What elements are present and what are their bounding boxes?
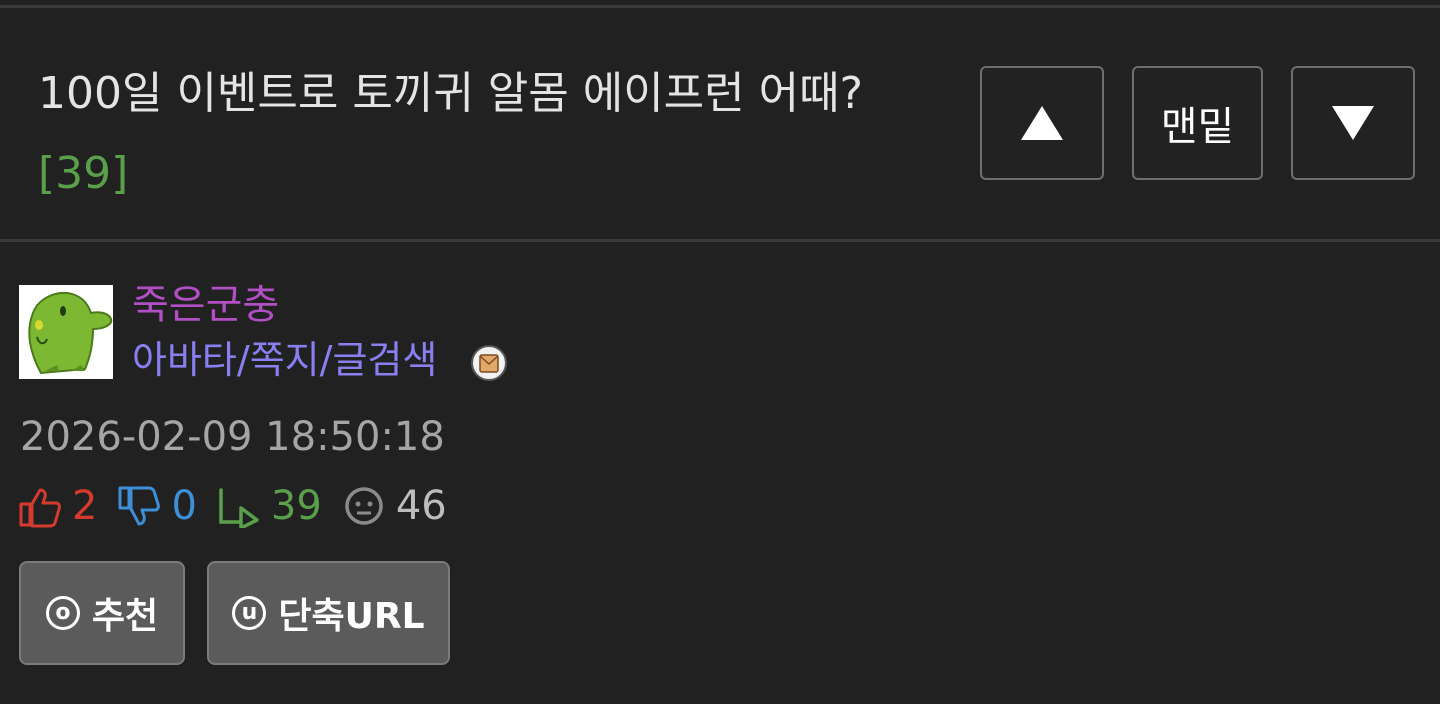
green-creature-avatar-icon	[19, 285, 113, 379]
short-url-label: 단축URL	[278, 596, 425, 637]
envelope-badge-icon[interactable]	[470, 344, 508, 382]
author-links: 아바타 / 쪽지 / 글검색	[132, 336, 437, 384]
thumbs-up-icon	[19, 488, 61, 528]
face-view-icon	[345, 487, 383, 525]
upvote-count: 2	[72, 483, 98, 529]
reply-stat[interactable]: 39	[217, 483, 322, 529]
triangle-up-icon	[1021, 106, 1063, 140]
downvote-count: 0	[171, 483, 197, 529]
comment-count[interactable]: [39]	[38, 148, 128, 199]
search-posts-link[interactable]: 글검색	[332, 336, 437, 384]
post-header: 100일 이벤트로 토끼귀 알몸 에이프런 어때? [39] 맨밑	[0, 8, 1440, 240]
triangle-down-icon	[1332, 106, 1374, 140]
message-link[interactable]: 쪽지	[250, 336, 320, 384]
short-url-circle-icon: u	[232, 596, 267, 630]
upvote-stat[interactable]: 2	[18, 483, 97, 529]
recommend-button[interactable]: o 추천	[19, 561, 185, 665]
view-count: 46	[395, 483, 447, 529]
scroll-up-button[interactable]	[980, 66, 1104, 180]
author-name[interactable]: 죽은군충	[132, 280, 279, 330]
short-url-button[interactable]: u 단축URL	[207, 561, 450, 665]
author-avatar[interactable]	[19, 285, 113, 379]
header-divider	[0, 239, 1440, 242]
downvote-stat[interactable]: 0	[117, 483, 197, 529]
link-separator: /	[236, 338, 250, 382]
scroll-bottom-label: 맨밑	[1160, 104, 1235, 150]
thumbs-down-icon	[118, 486, 161, 526]
avatar-link[interactable]: 아바타	[132, 336, 237, 384]
reply-count: 39	[270, 483, 322, 529]
scroll-bottom-button[interactable]: 맨밑	[1132, 66, 1263, 180]
recommend-circle-icon: o	[45, 596, 80, 630]
view-stat: 46	[342, 483, 447, 529]
post-title: 100일 이벤트로 토끼귀 알몸 에이프런 어때? [39]	[38, 54, 938, 214]
link-separator: /	[319, 338, 333, 382]
scroll-down-button[interactable]	[1291, 66, 1415, 180]
post-stats: 2 0 39 46	[18, 481, 467, 531]
reply-arrow-icon	[219, 488, 259, 528]
recommend-label: 추천	[91, 596, 159, 637]
post-title-text: 100일 이벤트로 토끼귀 알몸 에이프런 어때?	[38, 68, 863, 119]
post-datetime: 2026-02-09 18:50:18	[20, 414, 445, 460]
